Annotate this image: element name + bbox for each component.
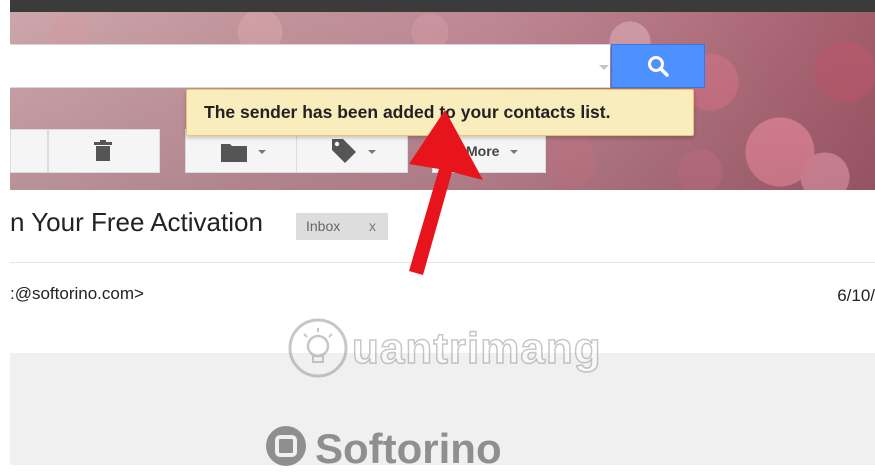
left-edge xyxy=(0,0,10,465)
window-top-bar xyxy=(0,0,875,12)
lightbulb-logo-icon xyxy=(288,318,348,378)
search-input[interactable] xyxy=(10,44,610,88)
message-date: 6/10/ xyxy=(837,286,875,305)
watermark-text: uantrimang xyxy=(351,323,602,374)
remove-label-button[interactable]: x xyxy=(369,218,376,234)
inbox-label-chip[interactable]: Inbox x xyxy=(296,213,388,240)
search-icon xyxy=(648,56,669,77)
chevron-down-icon xyxy=(510,150,518,154)
trash-icon xyxy=(94,140,112,161)
chevron-down-icon xyxy=(258,150,266,154)
brand-heading: Softorino xyxy=(265,425,502,473)
sender-address: :@softorino.com> xyxy=(10,284,144,303)
toolbar-left-button[interactable] xyxy=(10,129,48,173)
search-button[interactable] xyxy=(611,44,705,88)
label-text: Inbox xyxy=(306,218,341,234)
watermark: uantrimang xyxy=(286,316,601,385)
search-options-chevron-icon[interactable] xyxy=(599,65,609,70)
folder-icon xyxy=(221,144,247,162)
tag-icon xyxy=(332,139,356,163)
chevron-down-icon xyxy=(368,150,376,154)
delete-button[interactable] xyxy=(48,129,160,173)
message-subject: n Your Free Activation xyxy=(10,207,263,237)
softorino-logo-icon xyxy=(266,426,306,466)
annotation-arrow xyxy=(409,110,483,275)
